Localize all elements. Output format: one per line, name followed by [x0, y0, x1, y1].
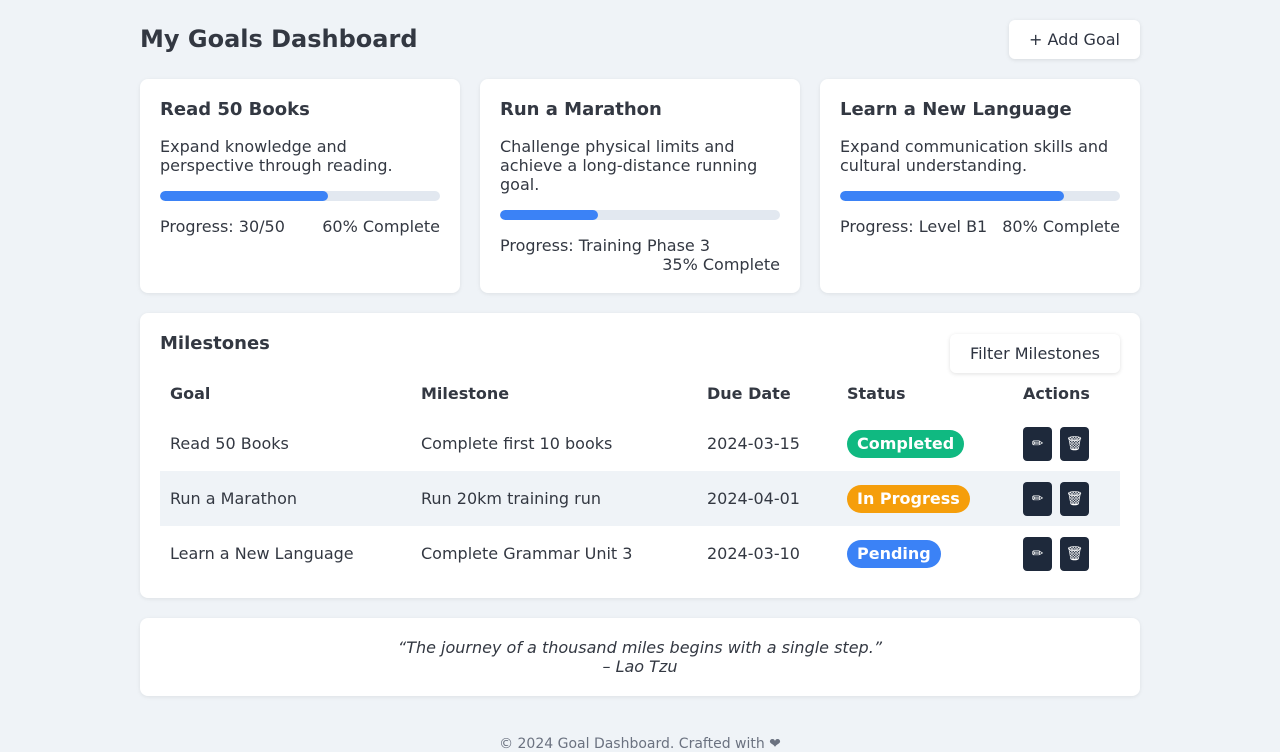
- delete-button[interactable]: 🗑: [1060, 426, 1089, 461]
- goal-percent-text: 35% Complete: [662, 255, 780, 274]
- goal-percent-text: 60% Complete: [322, 217, 440, 236]
- cell-status: Pending: [837, 526, 1013, 581]
- page-title: My Goals Dashboard: [140, 25, 418, 53]
- table-row: Learn a New Language Complete Grammar Un…: [160, 526, 1120, 581]
- column-header-actions: Actions: [1023, 384, 1090, 403]
- status-badge: Pending: [847, 539, 941, 568]
- cell-actions: ✏ 🗑: [1013, 471, 1120, 526]
- goal-percent-text: 80% Complete: [1002, 217, 1120, 236]
- goal-description: Challenge physical limits and achieve a …: [500, 137, 758, 194]
- goal-progress-row: Progress: Level B1 80% Complete: [840, 217, 1120, 236]
- status-badge: Completed: [847, 429, 965, 458]
- pencil-icon: ✏: [1031, 545, 1044, 562]
- goal-description: Expand communication skills and cultural…: [840, 137, 1109, 175]
- cell-milestone: Complete first 10 books: [421, 434, 613, 453]
- edit-button[interactable]: ✏: [1023, 481, 1052, 516]
- goal-cards: Read 50 Books Expand knowledge and persp…: [140, 79, 1140, 293]
- cell-due-date: 2024-03-15: [707, 434, 800, 453]
- goal-progress-row: Progress: 30/50 60% Complete: [160, 217, 440, 236]
- cell-due-date: 2024-04-01: [697, 471, 837, 526]
- goal-progress-text: Progress: Level B1: [840, 217, 988, 236]
- trash-icon: 🗑: [1065, 435, 1084, 452]
- column-header-goal: Goal: [170, 384, 211, 403]
- goal-description: Expand knowledge and perspective through…: [160, 137, 393, 175]
- trash-icon: 🗑: [1065, 490, 1084, 507]
- cell-actions: ✏ 🗑: [1013, 526, 1120, 581]
- cell-milestone: Run 20km training run: [411, 471, 697, 526]
- progress-bar-fill: [500, 210, 598, 220]
- header: My Goals Dashboard + Add Goal: [140, 0, 1140, 79]
- table-header-row: Goal Milestone Due Date Status Actions: [160, 371, 1120, 416]
- milestones-table: Goal Milestone Due Date Status Actions R…: [160, 371, 1120, 581]
- edit-button[interactable]: ✏: [1023, 536, 1052, 571]
- cell-goal: Read 50 Books: [170, 434, 289, 453]
- goal-progress-row: Progress: Training Phase 3 35% Complete: [500, 236, 780, 274]
- cell-goal: Run a Marathon: [160, 471, 411, 526]
- add-goal-button[interactable]: + Add Goal: [1009, 20, 1140, 59]
- progress-bar-fill: [840, 191, 1064, 201]
- goal-card-language: Learn a New Language Expand communicatio…: [820, 79, 1140, 293]
- filter-milestones-button[interactable]: Filter Milestones: [950, 334, 1120, 373]
- cell-status: Completed: [837, 416, 1013, 471]
- goal-progress-text: Progress: 30/50: [160, 217, 285, 236]
- goal-title: Read 50 Books: [160, 99, 310, 120]
- delete-button[interactable]: 🗑: [1060, 536, 1089, 571]
- goal-progress-text: Progress: Training Phase 3: [500, 236, 711, 255]
- cell-due-date: 2024-03-10: [707, 544, 800, 563]
- cell-actions: ✏ 🗑: [1013, 416, 1120, 471]
- table-row: Run a Marathon Run 20km training run 202…: [160, 471, 1120, 526]
- column-header-due-date: Due Date: [707, 384, 791, 403]
- pencil-icon: ✏: [1031, 435, 1044, 452]
- quote-text: “The journey of a thousand miles begins …: [397, 638, 883, 657]
- progress-bar: [500, 210, 780, 220]
- status-badge: In Progress: [847, 484, 970, 513]
- column-header-milestone: Milestone: [421, 384, 510, 403]
- quote-author: – Lao Tzu: [602, 657, 678, 676]
- goal-title: Run a Marathon: [500, 99, 662, 120]
- trash-icon: 🗑: [1065, 545, 1084, 562]
- progress-bar: [840, 191, 1120, 201]
- goal-card-marathon: Run a Marathon Challenge physical limits…: [480, 79, 800, 293]
- cell-status: In Progress: [837, 471, 1013, 526]
- pencil-icon: ✏: [1031, 490, 1044, 507]
- goal-card-books: Read 50 Books Expand knowledge and persp…: [140, 79, 460, 293]
- progress-bar: [160, 191, 440, 201]
- cell-goal: Learn a New Language: [170, 544, 354, 563]
- delete-button[interactable]: 🗑: [1060, 481, 1089, 516]
- quote-panel: “The journey of a thousand miles begins …: [140, 618, 1140, 696]
- cell-milestone: Complete Grammar Unit 3: [421, 544, 633, 563]
- table-row: Read 50 Books Complete first 10 books 20…: [160, 416, 1120, 471]
- milestones-panel: Milestones Filter Milestones Goal Milest…: [140, 313, 1140, 598]
- edit-button[interactable]: ✏: [1023, 426, 1052, 461]
- column-header-status: Status: [847, 384, 906, 403]
- footer-text: © 2024 Goal Dashboard. Crafted with ❤: [499, 736, 781, 752]
- dashboard: My Goals Dashboard + Add Goal Read 50 Bo…: [140, 0, 1140, 752]
- goal-title: Learn a New Language: [840, 99, 1072, 120]
- progress-bar-fill: [160, 191, 328, 201]
